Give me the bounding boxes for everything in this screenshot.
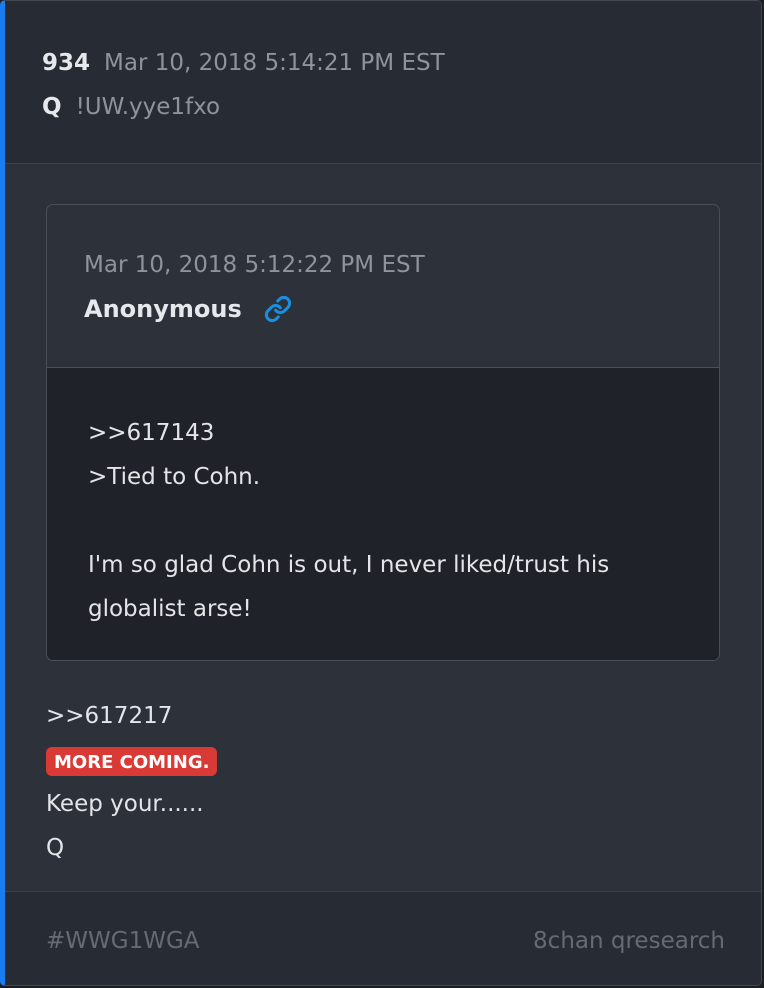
post-number[interactable]: 934	[42, 50, 90, 76]
post-date: Mar 10, 2018 5:14:21 PM EST	[104, 50, 445, 76]
link-icon[interactable]	[264, 295, 292, 323]
post-card: 934 Mar 10, 2018 5:14:21 PM EST Q !UW.yye1…	[0, 0, 762, 986]
post-footer: #WWG1WGA 8chan qresearch	[5, 891, 761, 985]
quoted-greentext-line: >Tied to Cohn.	[88, 464, 261, 490]
post-tripcode: !UW.yye1fxo	[75, 94, 221, 120]
quoted-post-author-row: Anonymous	[84, 295, 292, 323]
quoted-post-author: Anonymous	[84, 295, 242, 323]
quoted-text-line: I'm so glad Cohn is out, I never liked/t…	[88, 552, 610, 578]
quoted-post-date: Mar 10, 2018 5:12:22 PM EST	[84, 252, 425, 278]
source-label: 8chan qresearch	[533, 928, 725, 954]
hashtag: #WWG1WGA	[46, 928, 200, 954]
quoted-text-line: globalist arse!	[88, 596, 252, 622]
quoted-post-body: >>617143 >Tied to Cohn. I'm so glad Cohn…	[47, 368, 719, 660]
quoted-reference-link[interactable]: >>617143	[88, 420, 214, 446]
highlight-tag: MORE COMING.	[46, 747, 218, 776]
quoted-post-header: Mar 10, 2018 5:12:22 PM EST Anonymous	[47, 205, 719, 368]
post-author: Q	[42, 94, 62, 120]
post-author-row: Q !UW.yye1fxo	[42, 92, 220, 122]
quoted-post: Mar 10, 2018 5:12:22 PM EST Anonymous >>…	[46, 204, 720, 661]
message-line: Q	[46, 835, 65, 861]
message-reference-link[interactable]: >>617217	[46, 703, 172, 729]
post-meta-row: 934 Mar 10, 2018 5:14:21 PM EST	[42, 48, 445, 78]
post-header: 934 Mar 10, 2018 5:14:21 PM EST Q !UW.yye1…	[5, 1, 761, 164]
message-line: Keep your......	[46, 791, 204, 817]
